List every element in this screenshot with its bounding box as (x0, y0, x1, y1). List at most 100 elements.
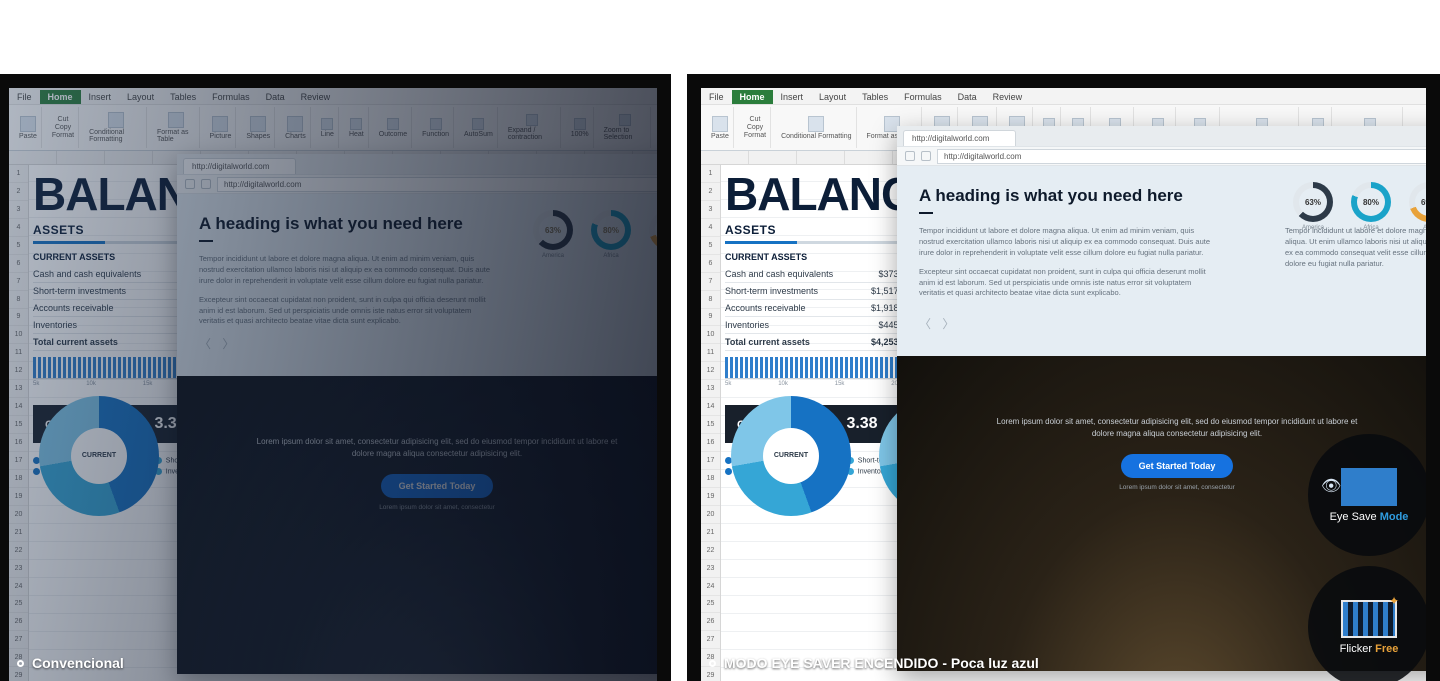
tab-formulas[interactable]: Formulas (896, 90, 950, 104)
donut-chart: CURRENT (731, 396, 851, 516)
row-headers[interactable]: 1234567891011121314151617181920212223242… (9, 165, 29, 681)
spreadsheet-ribbon: File Home Insert Layout Tables Formulas … (9, 88, 657, 151)
monitor-conventional: File Home Insert Layout Tables Formulas … (0, 74, 671, 681)
cta-section: Lorem ipsum dolor sit amet, consectetur … (177, 376, 657, 674)
tab-data[interactable]: Data (950, 90, 985, 104)
browser-tab[interactable]: http://digitalworld.com (183, 158, 296, 174)
forward-icon[interactable] (921, 151, 931, 161)
tab-tables[interactable]: Tables (162, 90, 204, 104)
browser-window[interactable]: http://digitalworld.com A heading is wha… (177, 154, 657, 674)
bullet-icon (17, 660, 24, 667)
tab-file[interactable]: File (701, 90, 732, 104)
cta-subtext: Lorem ipsum dolor sit amet, consectetur (207, 504, 657, 511)
tool-heat[interactable]: Heat (345, 107, 369, 148)
get-started-button[interactable]: Get Started Today (1121, 454, 1234, 478)
browser-addressbar (177, 174, 657, 194)
donut-africa: 80% (591, 210, 631, 250)
table-row: Short-term investments$1,517. (725, 283, 901, 300)
table-row: Accounts receivable$1,918. (725, 300, 901, 317)
donut-caption: America (1302, 225, 1324, 231)
donut-caption: Africa (603, 253, 618, 259)
badge-eye-save-mode: Eye Save Mode (1308, 434, 1426, 556)
tab-insert[interactable]: Insert (81, 90, 120, 104)
tab-layout[interactable]: Layout (119, 90, 162, 104)
cta-paragraph: Lorem ipsum dolor sit amet, consectetur … (987, 416, 1367, 440)
tool-function[interactable]: Function (418, 107, 454, 148)
carousel-arrows[interactable]: 〈 〉 (919, 315, 1426, 332)
bullet-icon (709, 660, 716, 667)
table-row-total: Total current assets$4,253. (725, 334, 901, 351)
assets-rule (725, 241, 905, 244)
donut-america: 63% (1293, 182, 1333, 222)
caption-text: Convencional (32, 655, 124, 671)
tool-cond-format[interactable]: Conditional Formatting (85, 107, 147, 148)
table-row: Inventories$445. (725, 317, 901, 334)
tab-file[interactable]: File (9, 90, 40, 104)
tool-format-table[interactable]: Format as Table (153, 107, 200, 148)
tool-paste[interactable]: Paste (15, 107, 42, 148)
hero-paragraph: Excepteur sint occaecat cupidatat non pr… (919, 267, 1219, 300)
hero-section: A heading is what you need here Tempor i… (897, 166, 1426, 356)
tool-charts[interactable]: Charts (281, 107, 311, 148)
donut-chart: CURRENT (39, 396, 159, 516)
browser-tabbar: http://digitalworld.com (897, 126, 1426, 146)
caption-left: Convencional (17, 655, 124, 671)
hero-paragraph: Tempor incididunt ut labore et dolore ma… (199, 254, 499, 287)
back-icon[interactable] (185, 179, 195, 189)
tab-data[interactable]: Data (258, 90, 293, 104)
monitor-eye-saver: File Home Insert Layout Tables Formulas … (687, 74, 1440, 681)
forward-icon[interactable] (201, 179, 211, 189)
row-headers[interactable]: 1234567891011121314151617181920212223242… (701, 165, 721, 681)
tool-autosum[interactable]: AutoSum (460, 107, 498, 148)
spark-bar (725, 357, 901, 379)
tool-cond-format[interactable]: Conditional Formatting (777, 107, 856, 148)
flicker-monitor-icon (1341, 600, 1397, 638)
tab-tables[interactable]: Tables (854, 90, 896, 104)
browser-tab[interactable]: http://digitalworld.com (903, 130, 1016, 146)
hero-paragraph: Tempor incididunt ut labore et dolore ma… (919, 226, 1219, 259)
donut-caption: Africa (1363, 225, 1378, 231)
hero-donuts: 63%America 80%Africa 69%Asia (533, 210, 657, 259)
tool-outcome[interactable]: Outcome (375, 107, 412, 148)
tool-expand[interactable]: Expand / contraction (504, 107, 561, 148)
donut-asia: 69% (649, 210, 657, 250)
tool-clipboard[interactable]: CutCopyFormat (740, 107, 771, 148)
screen-left: File Home Insert Layout Tables Formulas … (9, 88, 657, 681)
hero-rule (919, 212, 933, 214)
screen-right: File Home Insert Layout Tables Formulas … (701, 88, 1426, 681)
back-icon[interactable] (905, 151, 915, 161)
tab-review[interactable]: Review (985, 90, 1031, 104)
hero-paragraph-side: Tempor incididunt ut labore et dolore ma… (1285, 226, 1426, 270)
spark-axis: 5k10k15k20k (725, 381, 901, 387)
badge-label: Flicker Free (1340, 643, 1399, 655)
donut-america: 63% (533, 210, 573, 250)
url-input[interactable] (217, 177, 657, 192)
eye-monitor-icon (1341, 468, 1397, 506)
browser-addressbar (897, 146, 1426, 166)
tool-clipboard[interactable]: CutCopyFormat (48, 107, 79, 148)
ribbon-tabs: File Home Insert Layout Tables Formulas … (701, 88, 1426, 104)
caption-right: MODO EYE SAVER ENCENDIDO - Poca luz azul (709, 655, 1039, 671)
carousel-arrows[interactable]: 〈 〉 (199, 335, 657, 352)
tab-review[interactable]: Review (293, 90, 339, 104)
tab-formulas[interactable]: Formulas (204, 90, 258, 104)
hero-section: A heading is what you need here Tempor i… (177, 194, 657, 376)
tool-shapes[interactable]: Shapes (242, 107, 275, 148)
tab-insert[interactable]: Insert (773, 90, 812, 104)
tool-paste[interactable]: Paste (707, 107, 734, 148)
url-input[interactable] (937, 149, 1426, 164)
tool-zoom-sel[interactable]: Zoom to Selection (600, 107, 651, 148)
tool-zoom100[interactable]: 100% (567, 107, 594, 148)
tab-home[interactable]: Home (732, 90, 773, 104)
cta-paragraph: Lorem ipsum dolor sit amet, consectetur … (247, 436, 627, 460)
tab-layout[interactable]: Layout (811, 90, 854, 104)
hero-donuts: 63%America 80%Africa 69%Asia (1293, 182, 1426, 231)
get-started-button[interactable]: Get Started Today (381, 474, 494, 498)
donut-caption: Asia (1423, 225, 1426, 231)
hero-paragraph: Excepteur sint occaecat cupidatat non pr… (199, 295, 499, 328)
tool-picture[interactable]: Picture (206, 107, 237, 148)
tab-home[interactable]: Home (40, 90, 81, 104)
badge-label: Eye Save Mode (1330, 511, 1409, 523)
donut-asia: 69% (1409, 182, 1426, 222)
tool-line[interactable]: Line (317, 107, 339, 148)
